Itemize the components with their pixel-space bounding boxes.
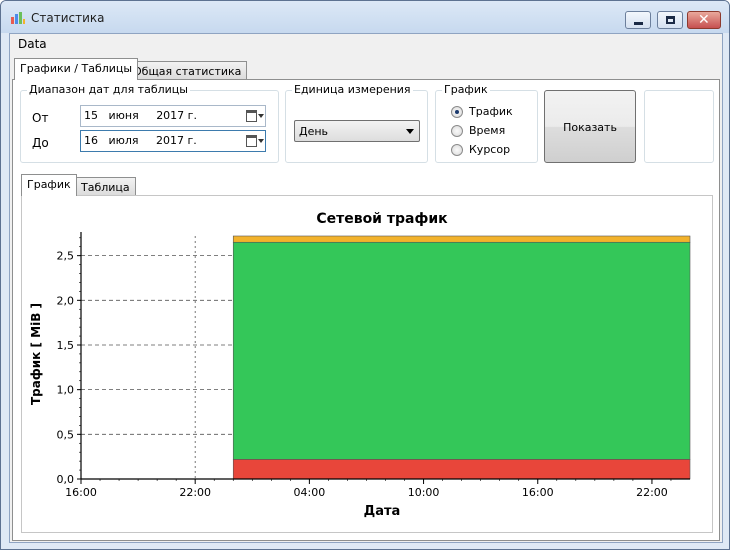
close-button[interactable]: ✕	[687, 11, 721, 29]
app-window: Статистика ✕ Data Графики / Таблицы Обща…	[0, 0, 730, 550]
chart-x-axis-label: Дата	[364, 504, 401, 519]
radio-circle	[451, 144, 463, 156]
menu-bar: Data	[10, 34, 722, 56]
empty-panel	[644, 90, 714, 163]
unit-title: Единица измерения	[292, 83, 413, 96]
show-button[interactable]: Показать	[544, 90, 636, 163]
chart-app-icon	[11, 12, 25, 24]
title-bar[interactable]: Статистика ✕	[1, 1, 729, 33]
tab-table[interactable]: Таблица	[75, 177, 136, 195]
chart-y-tick-label: 0,0	[57, 473, 75, 486]
maximize-icon	[666, 16, 675, 24]
from-date-value: 15 июня 2017 г.	[84, 109, 197, 122]
menu-data[interactable]: Data	[18, 37, 47, 51]
client-area: Data Графики / Таблицы Общая статистика …	[9, 33, 723, 543]
unit-group: Единица измерения День	[285, 83, 428, 163]
chart-area-series-2	[232, 235, 691, 243]
from-date-picker[interactable]: 15 июня 2017 г.	[80, 105, 266, 127]
chevron-down-icon	[258, 114, 264, 118]
chevron-down-icon	[258, 139, 264, 143]
from-label: От	[32, 111, 49, 125]
minimize-icon	[634, 22, 643, 25]
graph-type-group: График Трафик Время Курсор	[435, 83, 538, 163]
graph-type-title: График	[442, 83, 490, 96]
to-date-value: 16 июля 2017 г.	[84, 134, 197, 147]
traffic-chart: Сетевой трафик Трафик [ MiB ] Дата 0,00,…	[29, 211, 691, 519]
chart-y-tick-label: 2,5	[57, 250, 75, 263]
chart-y-tick-label: 0,5	[57, 428, 75, 441]
unit-selected-value: День	[299, 125, 329, 138]
radio-cursor-label: Курсор	[469, 143, 511, 156]
unit-select[interactable]: День	[294, 120, 420, 142]
chart-title: Сетевой трафик	[316, 211, 448, 227]
tab-charts-tables[interactable]: Графики / Таблицы	[14, 58, 139, 80]
calendar-icon[interactable]	[246, 135, 257, 147]
chart-panel: Сетевой трафик Трафик [ MiB ] Дата 0,0 0,…	[21, 195, 713, 533]
chevron-down-icon	[406, 129, 414, 134]
tab-general-stats[interactable]: Общая статистика	[127, 61, 248, 79]
minimize-button[interactable]	[625, 11, 651, 29]
calendar-icon[interactable]	[246, 110, 257, 122]
chart-x-tick-label: 16:00	[522, 486, 554, 499]
date-range-group: Диапазон дат для таблицы От 15 июня 2017…	[20, 83, 279, 163]
chart-x-tick-label: 04:00	[294, 486, 326, 499]
close-icon: ✕	[698, 12, 710, 28]
chart-y-axis-label: Трафик [ MiB ]	[29, 303, 43, 405]
chart-y-tick-label: 1,0	[57, 384, 75, 397]
chart-x-tick-label: 22:00	[179, 486, 211, 499]
tab-graph[interactable]: График	[21, 174, 77, 196]
maximize-button[interactable]	[657, 11, 683, 29]
radio-circle	[451, 106, 463, 118]
chart-y-tick-label: 2,0	[57, 294, 75, 307]
to-date-picker[interactable]: 16 июля 2017 г.	[80, 130, 266, 152]
chart-plot-area: 0,0 0,5 1,0 1,5 2,0 2,5 16:00 22:00 04:00 10:00 16…	[57, 232, 691, 499]
chart-area-series-1	[232, 241, 691, 460]
radio-traffic-label: Трафик	[469, 105, 513, 118]
radio-circle	[451, 125, 463, 137]
window-title: Статистика	[31, 11, 105, 25]
chart-area-series-0	[232, 459, 691, 480]
chart-x-tick-label: 22:00	[636, 486, 668, 499]
charts-tab-page: Диапазон дат для таблицы От 15 июня 2017…	[12, 79, 720, 541]
chart-x-tick-label: 10:00	[408, 486, 440, 499]
show-button-label: Показать	[563, 121, 617, 134]
radio-time-label: Время	[469, 124, 506, 137]
radio-selected-dot	[455, 110, 459, 114]
chart-x-tick-label: 16:00	[65, 486, 97, 499]
date-range-title: Диапазон дат для таблицы	[27, 83, 190, 96]
to-label: До	[32, 136, 49, 150]
chart-y-tick-label: 1,5	[57, 339, 75, 352]
